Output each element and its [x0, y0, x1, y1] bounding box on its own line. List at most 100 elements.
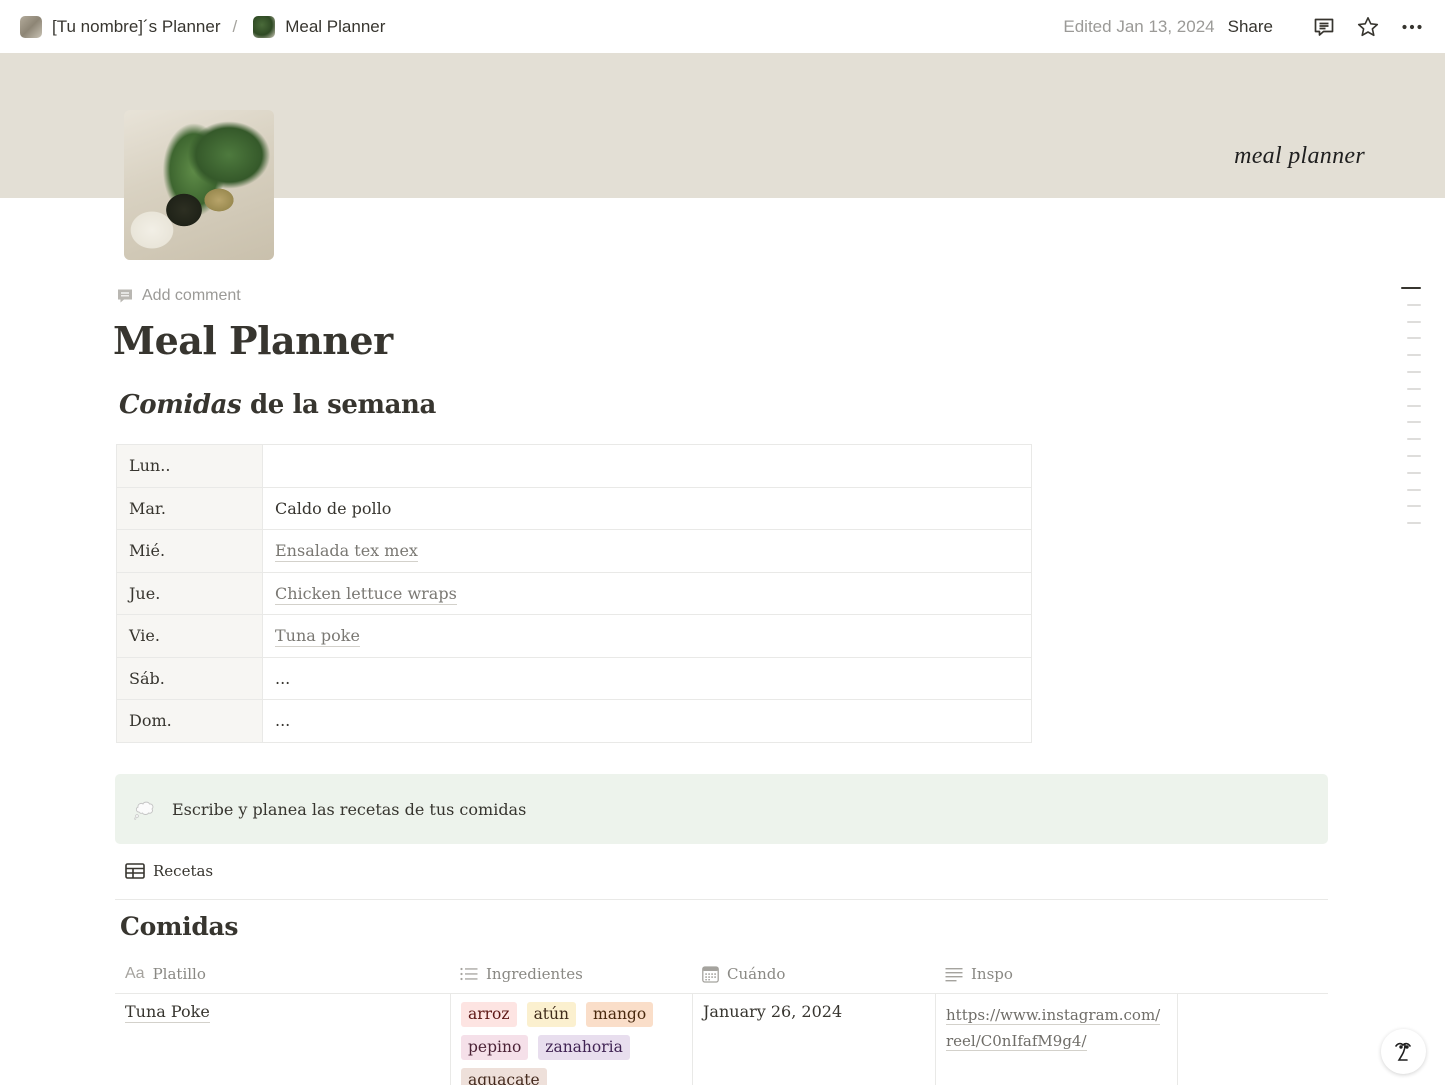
- view-divider: [115, 899, 1328, 900]
- week-heading-italic: Comidas: [119, 390, 242, 420]
- column-label: Ingredientes: [486, 965, 583, 983]
- cover-title: meal planner: [1234, 143, 1365, 169]
- week-heading[interactable]: Comidas de la semana: [119, 390, 436, 420]
- table-row: Lun..: [116, 444, 1032, 488]
- toc-entry[interactable]: [1407, 337, 1421, 340]
- more-options-icon[interactable]: [1399, 14, 1425, 40]
- meal-page-link[interactable]: Chicken lettuce wraps: [275, 583, 457, 605]
- view-tab-recetas[interactable]: Recetas: [125, 862, 213, 880]
- breadcrumb-label: [Tu nombre]´s Planner: [52, 16, 221, 36]
- thought-balloon-icon: [134, 801, 154, 820]
- view-tab-label: Recetas: [153, 862, 214, 880]
- toc-entry[interactable]: [1407, 522, 1421, 525]
- table-row[interactable]: Tuna Poke arroz atún mango pepino zanaho…: [115, 994, 1328, 1085]
- toc-entry[interactable]: [1407, 354, 1421, 357]
- toc-entry[interactable]: [1407, 370, 1421, 373]
- database-title[interactable]: Comidas: [120, 912, 238, 941]
- vegetables-thumbnail-icon: [253, 15, 276, 38]
- row-title-link[interactable]: Tuna Poke: [125, 1002, 210, 1023]
- table-row: Vie. Tuna poke: [116, 614, 1032, 658]
- meal-page-link[interactable]: Ensalada tex mex: [275, 541, 418, 563]
- edited-timestamp: Edited Jan 13, 2024: [1063, 16, 1215, 36]
- callout-block[interactable]: Escribe y planea las recetas de tus comi…: [115, 774, 1328, 844]
- meal-cell[interactable]: ...: [262, 656, 1032, 700]
- column-label: Platillo: [152, 965, 206, 983]
- ingredient-tag: zanahoria: [538, 1035, 630, 1060]
- ingredient-tag: pepino: [461, 1035, 529, 1060]
- week-meal-table: Lun.. Mar. Caldo de pollo Mié. Ensalada …: [116, 444, 1032, 743]
- day-cell[interactable]: Jue.: [116, 571, 263, 615]
- meal-cell: Chicken lettuce wraps: [262, 571, 1032, 615]
- inspo-url-link-cont[interactable]: reel/C0nIfafM9g4/: [946, 1032, 1087, 1051]
- page-icon-vegetables[interactable]: [124, 110, 274, 260]
- meal-cell[interactable]: Caldo de pollo: [262, 486, 1032, 530]
- breadcrumb: [Tu nombre]´s Planner / Meal Planner: [20, 15, 386, 38]
- column-label: Cuándo: [727, 965, 786, 983]
- meal-page-link[interactable]: Tuna poke: [275, 626, 360, 648]
- toc-entry[interactable]: [1407, 488, 1421, 491]
- breadcrumb-item-meal-planner[interactable]: Meal Planner: [253, 15, 386, 38]
- toc-entry[interactable]: [1401, 287, 1421, 289]
- top-bar: [Tu nombre]´s Planner / Meal Planner Edi…: [0, 0, 1445, 53]
- title-aa-icon: Aa: [125, 965, 145, 982]
- column-header-platillo[interactable]: Aa Platillo: [115, 955, 450, 993]
- meal-cell[interactable]: ...: [262, 699, 1032, 743]
- database-header-row: Aa Platillo Ingredientes Cuándo Inspo: [115, 955, 1328, 994]
- meal-cell: Tuna poke: [262, 614, 1032, 658]
- day-cell[interactable]: Mié.: [116, 529, 263, 573]
- cell-empty: [1177, 994, 1328, 1085]
- planner-thumbnail-icon: [20, 15, 42, 38]
- table-row: Mar. Caldo de pollo: [116, 486, 1032, 530]
- table-row: Mié. Ensalada tex mex: [116, 529, 1032, 573]
- toc-entry[interactable]: [1407, 438, 1421, 441]
- favorite-star-icon[interactable]: [1355, 14, 1381, 40]
- toc-entry[interactable]: [1407, 471, 1421, 474]
- toc-entry[interactable]: [1407, 320, 1421, 323]
- ingredient-tag: aguacate: [461, 1068, 547, 1085]
- ingredient-tag: mango: [586, 1002, 654, 1027]
- day-cell[interactable]: Sáb.: [116, 656, 263, 700]
- toc-entry[interactable]: [1407, 404, 1421, 407]
- breadcrumb-item-planner[interactable]: [Tu nombre]´s Planner: [20, 15, 221, 38]
- help-button[interactable]: [1381, 1029, 1426, 1074]
- toc-entry[interactable]: [1407, 387, 1421, 390]
- add-comment-label: Add comment: [142, 287, 241, 304]
- share-button[interactable]: Share: [1228, 17, 1273, 37]
- day-cell[interactable]: Vie.: [116, 614, 263, 658]
- ingredient-tag: arroz: [461, 1002, 517, 1027]
- inspo-url-link[interactable]: https://www.instagram.com/: [946, 1006, 1161, 1025]
- page-title[interactable]: Meal Planner: [113, 318, 393, 363]
- breadcrumb-label: Meal Planner: [285, 16, 386, 36]
- comments-icon[interactable]: [1311, 14, 1337, 40]
- add-comment-button[interactable]: Add comment: [116, 287, 241, 305]
- column-header-cuando[interactable]: Cuándo: [692, 955, 935, 993]
- column-label: Inspo: [971, 965, 1013, 983]
- meal-cell[interactable]: [262, 444, 1032, 488]
- cell-ingredientes[interactable]: arroz atún mango pepino zanahoria aguaca…: [450, 994, 692, 1085]
- column-header-ingredientes[interactable]: Ingredientes: [450, 955, 692, 993]
- day-cell[interactable]: Mar.: [116, 486, 263, 530]
- comment-bubble-icon: [118, 289, 132, 303]
- toc-entry[interactable]: [1407, 421, 1421, 424]
- day-cell[interactable]: Lun..: [116, 444, 263, 488]
- help-character-icon: [1394, 1042, 1411, 1061]
- ingredient-tag: atún: [526, 1002, 576, 1027]
- table-row: Jue. Chicken lettuce wraps: [116, 571, 1032, 615]
- date-value: January 26, 2024: [703, 1002, 843, 1021]
- toc-entry[interactable]: [1407, 454, 1421, 457]
- column-header-inspo[interactable]: Inspo: [935, 955, 1177, 993]
- toc-entry[interactable]: [1407, 505, 1421, 508]
- table-view-icon: [125, 863, 145, 879]
- cell-inspo: https://www.instagram.com/ reel/C0nIfafM…: [935, 994, 1177, 1085]
- calendar-icon: [702, 965, 719, 983]
- breadcrumb-separator: /: [232, 16, 238, 36]
- ingredient-tags: arroz atún mango pepino zanahoria aguaca…: [461, 1002, 682, 1085]
- toc-entry[interactable]: [1407, 303, 1421, 306]
- table-row: Sáb. ...: [116, 656, 1032, 700]
- text-lines-icon: [945, 967, 963, 981]
- table-row: Dom. ...: [116, 699, 1032, 743]
- cell-cuando[interactable]: January 26, 2024: [692, 994, 935, 1085]
- table-of-contents-minimap[interactable]: [1401, 287, 1421, 525]
- day-cell[interactable]: Dom.: [116, 699, 263, 743]
- column-header-spacer: [1177, 955, 1328, 993]
